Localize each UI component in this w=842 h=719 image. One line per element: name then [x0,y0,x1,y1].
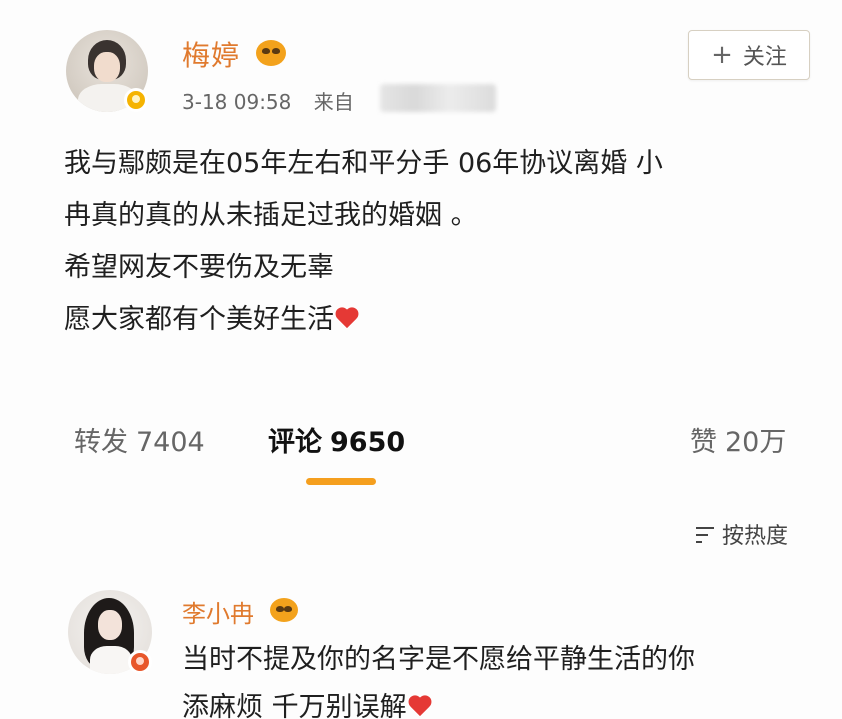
repost-count: 7404 [136,427,205,458]
like-label: 赞 [690,427,717,458]
vip-icon [256,40,286,66]
verified-badge-icon [128,650,152,674]
plus-icon: + [711,40,733,70]
comment-author-name[interactable]: 李小冉 [182,594,254,629]
follow-button-label: 关注 [742,45,787,70]
post-text-line: 我与鄢颇是在05年左右和平分手 06年协议离婚 小 [64,148,663,179]
post-body: 我与鄢颇是在05年左右和平分手 06年协议离婚 小 冉真的真的从未插足过我的婚姻… [64,138,824,346]
tab-comment[interactable]: 评论 9650 [268,420,405,459]
comment-text-line: 当时不提及你的名字是不愿给平静生活的你 [182,644,695,675]
vip-icon [270,598,298,622]
like-count: 20万 [725,427,787,458]
post-source-prefix: 来自 [313,90,354,114]
sort-icon [694,523,718,545]
comment-text-line-with-heart: 添麻烦 千万别误解 [182,684,822,719]
post-text-line: 冉真的真的从未插足过我的婚姻 。 [64,200,478,231]
post-stats-bar: 转发 7404 评论 9650 赞 20万 [0,420,842,480]
comment-body: 当时不提及你的名字是不愿给平静生活的你 添麻烦 千万别误解 [182,636,822,719]
post-meta: 3-18 09:58 来自 [182,86,354,115]
post-text-line-with-heart: 愿大家都有个美好生活 [64,294,824,346]
repost-label: 转发 [74,427,128,458]
post-author-name[interactable]: 梅婷 [182,34,240,74]
post-text-line: 希望网友不要伤及无辜 [64,252,334,283]
verified-badge-icon [124,88,148,112]
comment-text-line: 添麻烦 千万别误解 [182,692,407,719]
post-source-blurred [380,84,496,112]
sort-label: 按热度 [722,524,789,549]
comment-label: 评论 [268,427,322,458]
sort-by-hot-toggle[interactable]: 按热度 [694,518,788,550]
comment-count: 9650 [330,427,406,458]
heart-icon [336,308,360,330]
active-tab-indicator [306,478,376,485]
tab-like[interactable]: 赞 20万 [690,420,786,459]
weibo-post-page: 梅婷 3-18 09:58 来自 + 关注 我与鄢颇是在05年左右和平分手 06… [0,0,842,719]
heart-icon [409,696,433,718]
tab-repost[interactable]: 转发 7404 [74,420,205,459]
post-text-line: 愿大家都有个美好生活 [64,304,334,335]
post-time: 3-18 09:58 [182,90,292,114]
follow-button[interactable]: + 关注 [688,30,810,80]
